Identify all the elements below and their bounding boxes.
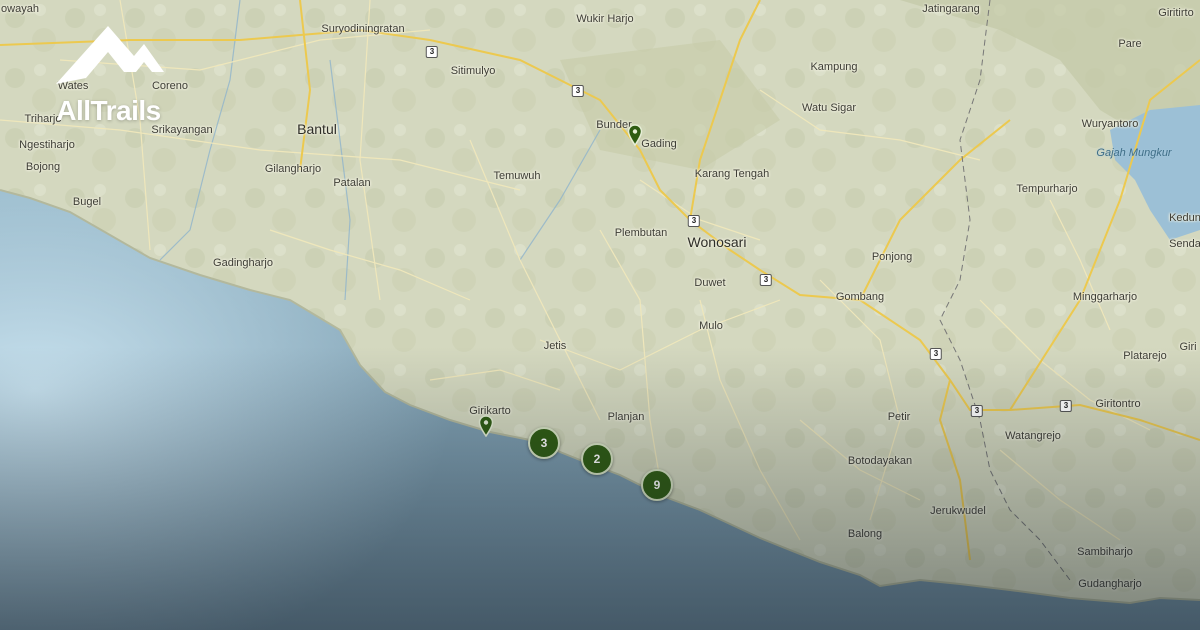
place-label-watu-sigar: Watu Sigar <box>801 102 857 114</box>
place-label-mulo: Mulo <box>699 320 723 332</box>
place-label-balong: Balong <box>847 528 883 540</box>
map-canvas[interactable] <box>0 0 1200 630</box>
place-label-watangrejo: Watangrejo <box>1005 430 1061 442</box>
place-label-planjan: Planjan <box>607 411 645 423</box>
place-label-sambiharjo: Sambiharjo <box>1077 546 1133 558</box>
place-label-bojong: Bojong <box>25 161 61 173</box>
place-label-jerukwudel: Jerukwudel <box>930 505 986 517</box>
trail-cluster-marker[interactable]: 2 <box>581 443 613 475</box>
place-label-ngestiharjo: Ngestiharjo <box>19 139 75 151</box>
place-label-jatingarang: Jatingarang <box>922 3 980 15</box>
place-label-gombang: Gombang <box>835 291 885 303</box>
place-label-jetis: Jetis <box>543 340 567 352</box>
place-label-botodayakan: Botodayakan <box>847 455 913 467</box>
place-label-wawayah: owayah <box>1 3 39 15</box>
alltrails-logo[interactable]: AllTrails <box>46 22 171 127</box>
place-label-tempurharjo: Tempurharjo <box>1016 183 1078 195</box>
trail-pin-icon[interactable] <box>627 124 643 146</box>
route-shield: 3 <box>425 46 439 58</box>
place-label-gadingharjo: Gadingharjo <box>213 257 273 269</box>
route-shield: 3 <box>1059 400 1073 412</box>
place-label-duwet: Duwet <box>694 277 726 289</box>
route-shield: 3 <box>759 274 773 286</box>
place-label-gilangharjo: Gilangharjo <box>264 163 322 175</box>
place-label-kampung: Kampung <box>810 61 858 73</box>
place-label-ponjong: Ponjong <box>871 251 913 263</box>
route-shield: 3 <box>687 215 701 227</box>
place-label-wuryantoro: Wuryantoro <box>1081 118 1139 130</box>
place-label-pare: Pare <box>1118 38 1142 50</box>
place-label-giritirto: Giritirto <box>1158 7 1194 19</box>
route-shield: 3 <box>571 85 585 97</box>
place-label-senda: Senda <box>1169 238 1200 250</box>
route-shield: 3 <box>929 348 943 360</box>
route-shield: 3 <box>970 405 984 417</box>
place-label-bugel: Bugel <box>72 196 102 208</box>
trail-pin-icon[interactable] <box>478 415 494 437</box>
place-label-kedung: Kedun <box>1169 212 1200 224</box>
place-label-plembutan: Plembutan <box>614 227 668 239</box>
place-label-petir: Petir <box>887 411 911 423</box>
place-label-gajah-mungkur: Gajah Mungkur <box>1096 147 1172 159</box>
place-label-bantul: Bantul <box>297 121 337 137</box>
place-label-sitimulyo: Sitimulyo <box>450 65 496 77</box>
trail-cluster-marker[interactable]: 9 <box>641 469 673 501</box>
place-label-minggarharjo: Minggarharjo <box>1072 291 1138 303</box>
place-label-giri: Giri <box>1179 341 1197 353</box>
place-label-patalan: Patalan <box>333 177 371 189</box>
place-label-gading: Gading <box>641 138 677 150</box>
place-label-suryodiningratan: Suryodiningratan <box>321 23 405 35</box>
mountain-logo-icon <box>56 26 164 84</box>
place-label-wukir-harjo: Wukir Harjo <box>576 13 634 25</box>
trail-cluster-marker[interactable]: 3 <box>528 427 560 459</box>
place-label-wonosari: Wonosari <box>687 234 747 250</box>
place-label-karang-tengah: Karang Tengah <box>694 168 770 180</box>
place-label-gudangharjo: Gudangharjo <box>1078 578 1142 590</box>
place-label-temuwuh: Temuwuh <box>493 170 541 182</box>
place-label-platarejo: Platarejo <box>1123 350 1167 362</box>
place-label-giritontro: Giritontro <box>1095 398 1141 410</box>
alltrails-wordmark: AllTrails <box>56 95 161 126</box>
